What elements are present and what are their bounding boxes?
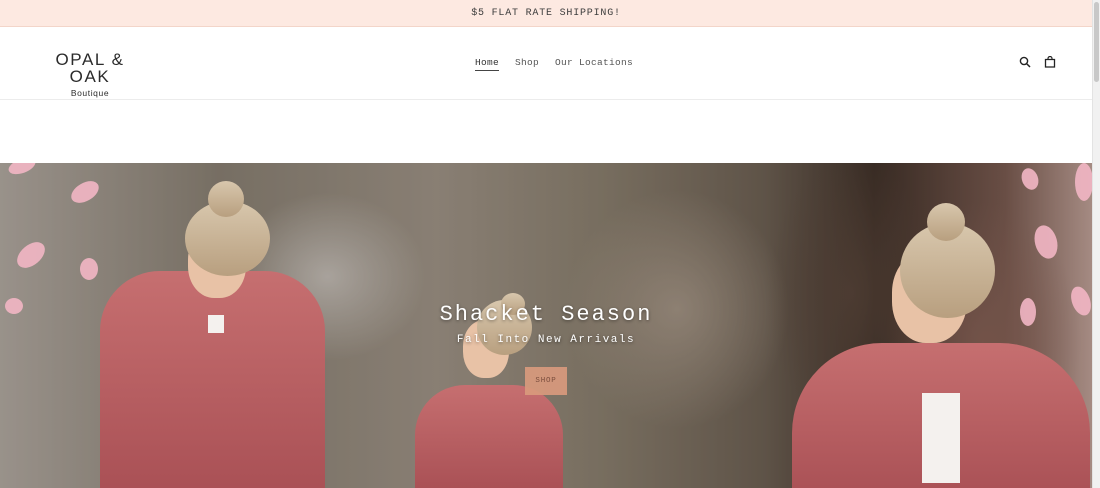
cart-icon[interactable] <box>1043 55 1056 69</box>
scrollbar-thumb[interactable] <box>1094 2 1099 82</box>
header-icons <box>1018 55 1056 69</box>
search-icon[interactable] <box>1018 55 1031 69</box>
announcement-text: $5 FLAT RATE SHIPPING! <box>471 7 621 19</box>
logo-main-text: OPAL & OAK <box>55 50 125 86</box>
logo-sub-text: Boutique <box>70 88 110 98</box>
hero-title: Shacket Season <box>439 302 653 327</box>
hero-subtitle: Fall Into New Arrivals <box>456 334 636 346</box>
main-nav: Home Shop Our Locations <box>475 57 633 71</box>
nav-our-locations[interactable]: Our Locations <box>555 57 633 71</box>
hero-banner: Shacket Season Fall Into New Arrivals SH… <box>0 163 1092 488</box>
nav-home[interactable]: Home <box>475 57 500 71</box>
petal-decoration <box>1075 163 1092 201</box>
site-logo[interactable]: OPAL & OAK Boutique <box>37 51 143 98</box>
petal-decoration <box>80 258 98 280</box>
shop-button[interactable]: SHOP <box>525 367 567 395</box>
site-header: OPAL & OAK Boutique Home Shop Our Locati… <box>0 27 1092 100</box>
page-scrollbar[interactable] <box>1092 0 1100 488</box>
announcement-bar: $5 FLAT RATE SHIPPING! <box>0 0 1092 27</box>
nav-shop[interactable]: Shop <box>515 57 539 71</box>
